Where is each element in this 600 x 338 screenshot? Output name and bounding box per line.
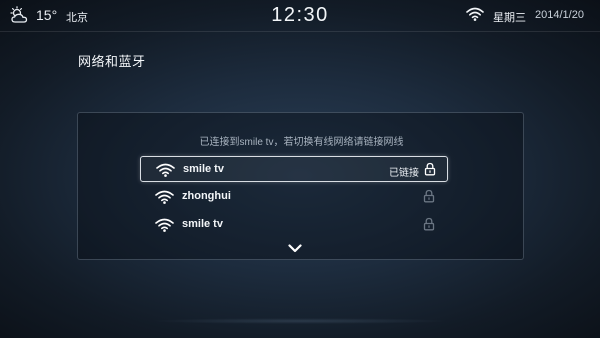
- chevron-down-icon[interactable]: [288, 244, 302, 253]
- lock-icon: [423, 217, 435, 231]
- lock-icon: [424, 162, 436, 176]
- network-ssid: smile tv: [183, 163, 224, 175]
- network-ssid: zhonghui: [182, 190, 231, 202]
- wifi-icon: [156, 163, 175, 177]
- status-bar: 15° 北京 12:30 星期三 2014/1/20: [0, 0, 600, 32]
- page-title: 网络和蓝牙: [78, 54, 146, 69]
- date-label: 2014/1/20: [535, 9, 584, 21]
- connected-status: 已链接: [389, 168, 419, 179]
- bottom-glow: [150, 318, 450, 324]
- weekday-label: 星期三: [493, 12, 526, 24]
- wifi-network-item[interactable]: smile tv: [140, 212, 448, 238]
- wifi-panel: 已连接到smile tv，若切换有线网络请链接网线 smile tv 已链接 z…: [77, 112, 524, 260]
- lock-icon: [423, 189, 435, 203]
- wifi-icon: [466, 7, 484, 21]
- wifi-icon: [155, 190, 174, 204]
- wifi-network-item[interactable]: smile tv 已链接: [140, 156, 448, 182]
- wifi-network-item[interactable]: zhonghui: [140, 184, 448, 210]
- network-ssid: smile tv: [182, 218, 223, 230]
- connection-hint: 已连接到smile tv，若切换有线网络请链接网线: [199, 137, 404, 148]
- wifi-icon: [155, 218, 174, 232]
